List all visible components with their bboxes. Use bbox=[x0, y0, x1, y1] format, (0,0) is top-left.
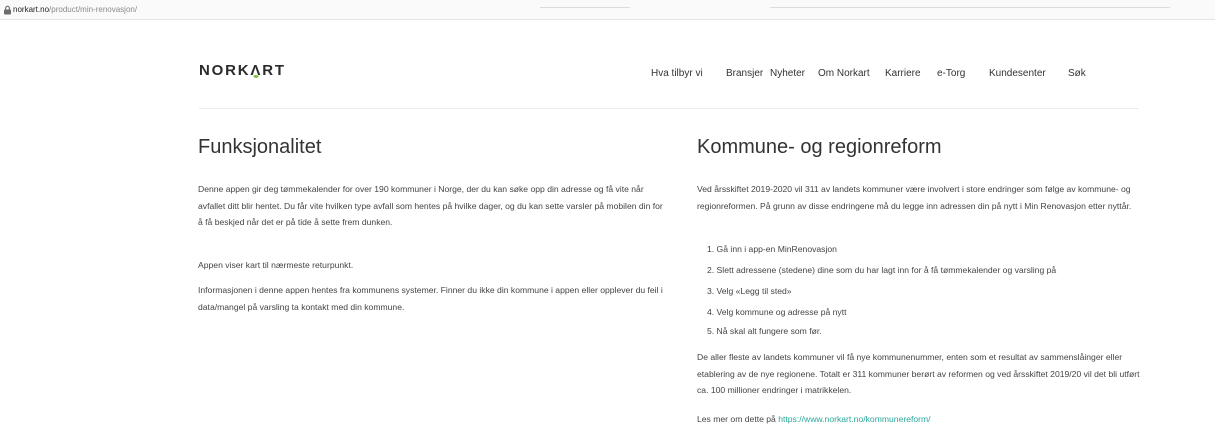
logo-text-part: NORK bbox=[199, 62, 251, 79]
list-item: 5. Nå skal alt fungere som før. bbox=[707, 326, 822, 336]
tab-divider bbox=[770, 7, 1170, 19]
list-item: 4. Velg kommune og adresse på nytt bbox=[707, 307, 847, 317]
nav-hva-tilbyr-vi[interactable]: Hva tilbyr vi bbox=[651, 68, 703, 80]
url-text[interactable]: norkart.no/product/min-renovasjon/ bbox=[13, 4, 137, 15]
nav-sok[interactable]: Søk bbox=[1068, 68, 1086, 80]
reform-outro: De aller fleste av landets kommuner vil … bbox=[697, 352, 1140, 395]
lock-icon bbox=[4, 5, 11, 15]
nav-kundesenter[interactable]: Kundesenter bbox=[989, 68, 1046, 80]
nav-om-norkart[interactable]: Om Norkart bbox=[818, 68, 870, 80]
kommunereform-link[interactable]: https://www.norkart.no/kommunereform/ bbox=[778, 414, 930, 424]
nav-e-torg[interactable]: e-Torg bbox=[937, 68, 965, 80]
left-paragraph: Informasjonen i denne appen hentes fra k… bbox=[198, 285, 663, 312]
read-more-text: Les mer om dette på https://www.norkart.… bbox=[697, 411, 1145, 427]
logo-text-part: RT bbox=[262, 62, 286, 79]
leaf-icon bbox=[253, 75, 260, 78]
site-header: NORKΛ RT Hva tilbyr vi Bransjer Nyheter O… bbox=[199, 61, 1139, 109]
tab-divider bbox=[540, 7, 630, 19]
left-paragraph: Denne appen gir deg tømmekalender for ov… bbox=[198, 184, 663, 227]
list-item: 3. Velg «Legg til sted» bbox=[707, 286, 792, 296]
nav-nyheter[interactable]: Nyheter bbox=[770, 68, 805, 80]
left-paragraph: Appen viser kart til nærmeste returpunkt… bbox=[198, 260, 354, 270]
url-path: /product/min-renovasjon/ bbox=[49, 5, 138, 14]
url-host: norkart.no bbox=[13, 5, 50, 14]
address-bar[interactable]: norkart.no/product/min-renovasjon/ bbox=[0, 0, 1215, 20]
kommune-regionreform-heading: Kommune- og regionreform bbox=[697, 136, 942, 158]
norkart-logo[interactable]: NORKΛ RT bbox=[199, 61, 286, 81]
funksjonalitet-heading: Funksjonalitet bbox=[198, 136, 322, 158]
logo-a-mark: Λ bbox=[250, 61, 262, 81]
list-item: 2. Slett adressene (stedene) dine som du… bbox=[707, 265, 1057, 275]
list-item: 1. Gå inn i app-en MinRenovasjon bbox=[707, 244, 837, 254]
read-more-prefix: Les mer om dette på bbox=[697, 414, 779, 424]
reform-intro: Ved årsskiftet 2019-2020 vil 311 av land… bbox=[697, 184, 1132, 211]
nav-karriere[interactable]: Karriere bbox=[885, 68, 921, 80]
logo-text: NORKΛ RT bbox=[199, 62, 286, 79]
nav-bransjer[interactable]: Bransjer bbox=[726, 68, 763, 80]
